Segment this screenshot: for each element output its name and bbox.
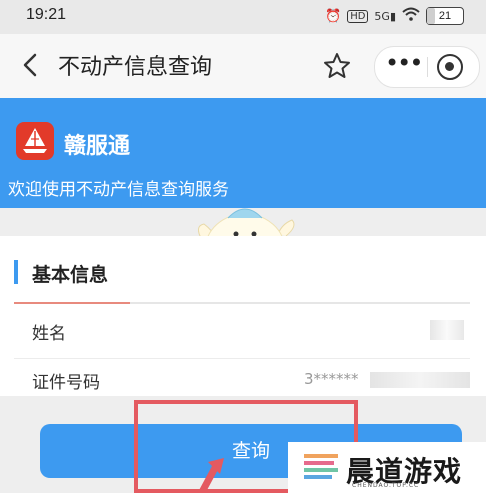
section-divider-accent [14, 302, 130, 304]
back-icon[interactable] [16, 50, 46, 80]
basic-info-card: 基本信息 姓名 证件号码 3****** [0, 236, 486, 396]
app-name: 赣服通 [64, 134, 131, 159]
id-number-field-label: 证件号码 [32, 373, 100, 393]
watermark: 晨道游戏 CHENDAO.TOP.CC [288, 442, 486, 493]
capsule-divider [427, 57, 428, 77]
watermark-logo-icon [304, 454, 338, 479]
annotation-arrow-icon [198, 458, 224, 493]
battery-level: 21 [438, 10, 452, 22]
status-icons: ⏰ HD 5G▮ 21 [325, 7, 464, 25]
field-divider [14, 358, 470, 359]
service-banner: 赣服通 欢迎使用不动产信息查询服务 [0, 98, 486, 208]
status-time: 19:21 [26, 6, 67, 23]
hd-icon: HD [347, 9, 369, 23]
5g-signal-icon: 5G▮ [374, 9, 396, 23]
battery-indicator: 21 [426, 7, 464, 25]
mini-program-capsule: ••• [374, 46, 480, 88]
section-accent-bar [14, 260, 18, 284]
name-field-label: 姓名 [32, 324, 66, 344]
app-logo-icon [16, 122, 54, 160]
app-header: 不动产信息查询 ••• [0, 34, 486, 99]
page-title: 不动产信息查询 [58, 55, 213, 80]
alarm-icon: ⏰ [325, 8, 342, 24]
more-icon[interactable]: ••• [385, 49, 423, 77]
id-number-field-blur [370, 372, 470, 388]
name-field-value[interactable] [430, 320, 464, 340]
target-icon[interactable] [437, 54, 463, 80]
watermark-subtext: CHENDAO.TOP.CC [352, 482, 420, 489]
section-title: 基本信息 [32, 264, 109, 286]
wifi-icon [402, 7, 420, 25]
star-icon[interactable] [322, 51, 352, 81]
status-bar: 19:21 ⏰ HD 5G▮ 21 [0, 0, 486, 34]
id-number-field-value[interactable]: 3****** [304, 370, 359, 388]
